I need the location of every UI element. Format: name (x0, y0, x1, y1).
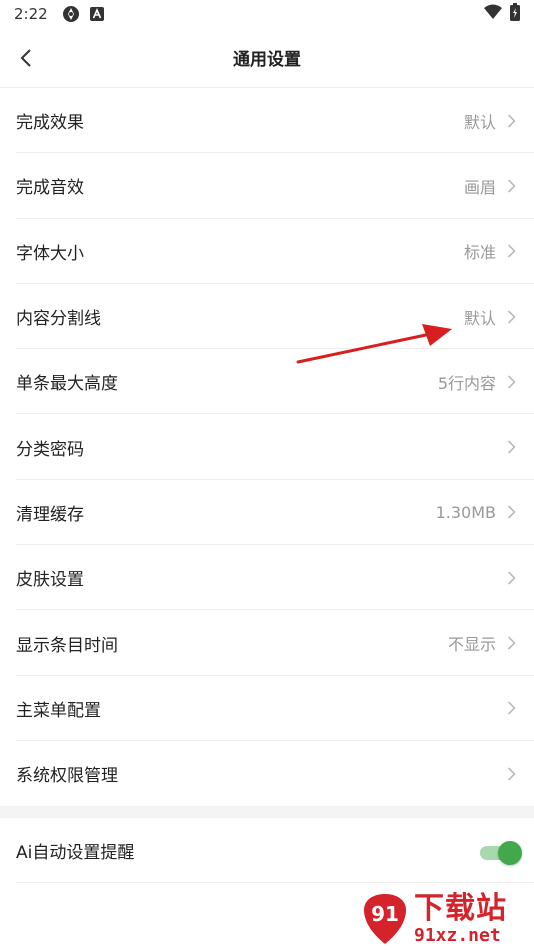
battery-charging-icon (510, 3, 520, 25)
setting-label: 完成音效 (16, 178, 84, 199)
watermark-url: 91xz.net (414, 924, 501, 946)
setting-label: 清理缓存 (16, 504, 84, 525)
settings-list: 完成效果 默认 完成音效 画眉 字体大小 标准 内容分割线 默认 单条最大高度 … (0, 88, 534, 806)
setting-value: 1.30MB (435, 502, 496, 522)
watermark-logo: 91 (364, 894, 406, 944)
section-divider (0, 806, 534, 818)
setting-row-max-item-height[interactable]: 单条最大高度 5行内容 (0, 349, 534, 415)
setting-value: 标准 (463, 243, 496, 263)
setting-value: 5行内容 (437, 373, 496, 393)
chevron-right-icon (504, 374, 518, 390)
watermark: 91 下载站 91xz.net (362, 890, 532, 948)
chevron-right-icon (504, 243, 518, 259)
watermark-title: 下载站 (414, 890, 507, 926)
setting-row-ai-reminder: Ai自动设置提醒 (0, 818, 534, 883)
setting-row-skin[interactable]: 皮肤设置 (0, 545, 534, 611)
setting-row-clear-cache[interactable]: 清理缓存 1.30MB (0, 480, 534, 546)
ai-reminder-toggle[interactable] (480, 840, 522, 865)
chevron-right-icon (504, 178, 518, 194)
setting-value: 默认 (463, 112, 496, 132)
a-badge-icon (89, 7, 104, 21)
title-bar: 通用设置 (0, 28, 534, 88)
setting-row-content-divider[interactable]: 内容分割线 默认 (0, 284, 534, 350)
setting-row-completion-sound[interactable]: 完成音效 画眉 (0, 153, 534, 219)
setting-label: 内容分割线 (16, 309, 101, 330)
chevron-right-icon (504, 635, 518, 651)
toggle-knob (498, 840, 522, 865)
setting-row-completion-effect[interactable]: 完成效果 默认 (0, 88, 534, 154)
status-time: 2:22 (14, 5, 48, 23)
setting-value: 默认 (463, 308, 496, 328)
setting-value: 不显示 (447, 635, 496, 655)
setting-label: 主菜单配置 (16, 700, 101, 721)
setting-row-main-menu-config[interactable]: 主菜单配置 (0, 676, 534, 742)
chevron-right-icon (504, 113, 518, 129)
setting-label: 显示条目时间 (16, 635, 118, 656)
sync-icon (62, 5, 80, 23)
page-title: 通用设置 (233, 50, 301, 70)
setting-label: 分类密码 (16, 439, 84, 460)
chevron-right-icon (504, 700, 518, 716)
setting-label: Ai自动设置提醒 (16, 843, 135, 863)
setting-row-category-password[interactable]: 分类密码 (0, 414, 534, 481)
chevron-right-icon (504, 766, 518, 782)
setting-label: 字体大小 (16, 243, 84, 264)
chevron-right-icon (504, 570, 518, 586)
chevron-right-icon (504, 309, 518, 325)
status-bar: 2:22 (0, 0, 534, 28)
chevron-right-icon (504, 439, 518, 455)
setting-row-system-permissions[interactable]: 系统权限管理 (0, 741, 534, 806)
setting-label: 系统权限管理 (16, 766, 118, 787)
setting-label: 皮肤设置 (16, 570, 84, 591)
watermark-logo-text: 91 (371, 902, 399, 926)
chevron-left-icon (20, 49, 31, 67)
wifi-icon (484, 4, 502, 24)
back-button[interactable] (10, 42, 42, 74)
chevron-right-icon (504, 504, 518, 520)
setting-value: 画眉 (463, 177, 496, 197)
setting-label: 完成效果 (16, 113, 84, 134)
setting-row-show-item-time[interactable]: 显示条目时间 不显示 (0, 610, 534, 676)
setting-label: 单条最大高度 (16, 374, 118, 395)
setting-row-font-size[interactable]: 字体大小 标准 (0, 219, 534, 285)
